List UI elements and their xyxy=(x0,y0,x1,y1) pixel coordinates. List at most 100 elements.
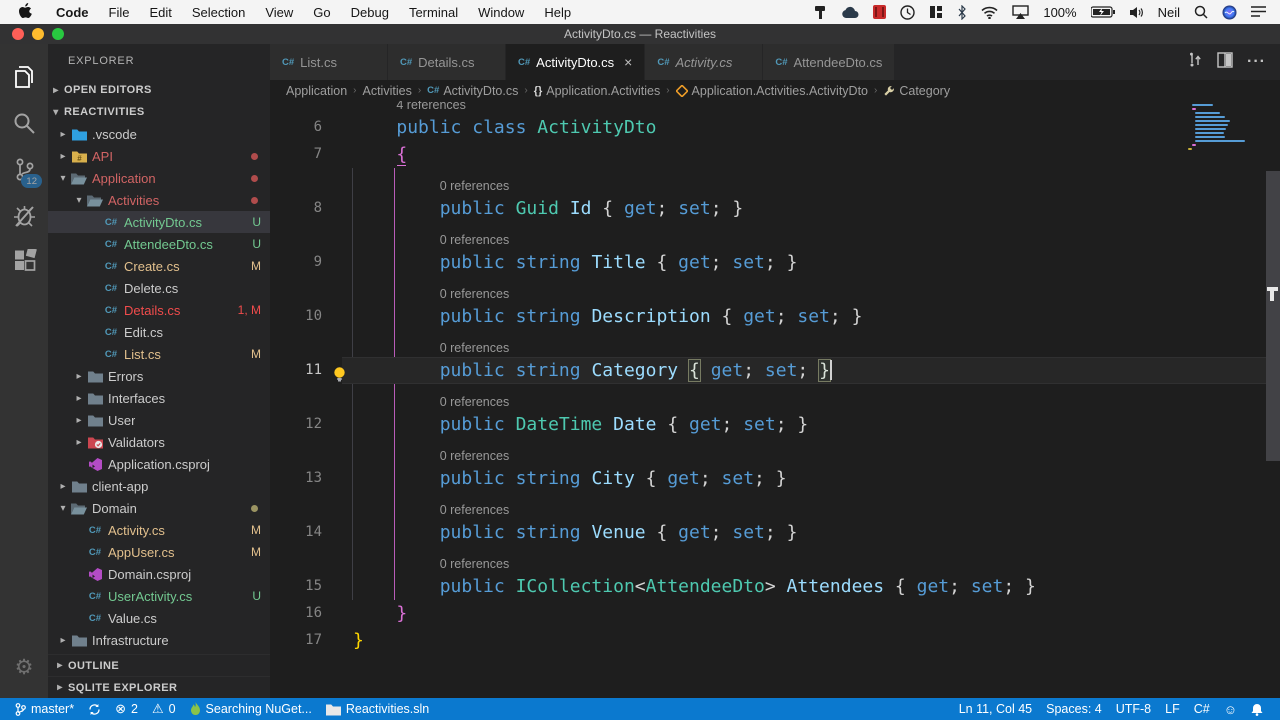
siri-icon[interactable] xyxy=(1222,5,1237,20)
breadcrumb-item[interactable]: Category xyxy=(883,84,950,98)
tree-item-application[interactable]: ▾ Application xyxy=(48,167,270,189)
wifi-icon[interactable] xyxy=(981,6,998,19)
tree-item-useractivity-cs[interactable]: C# UserActivity.cs U xyxy=(48,585,270,607)
codelens-row[interactable]: 0 references xyxy=(270,384,1280,411)
tree-item-errors[interactable]: ▸ Errors xyxy=(48,365,270,387)
breadcrumb-item[interactable]: Application xyxy=(286,84,347,98)
tree-item-infrastructure[interactable]: ▸ Infrastructure xyxy=(48,629,270,651)
breadcrumb-item[interactable]: {} Application.Activities xyxy=(534,84,661,98)
codelens-row[interactable]: 0 references xyxy=(270,438,1280,465)
code-editor[interactable]: 4 references 6 public class ActivityDto 7 … xyxy=(270,101,1280,698)
extensions-activity-icon[interactable] xyxy=(0,238,48,284)
menu-code[interactable]: Code xyxy=(46,5,99,20)
tree-item-edit-cs[interactable]: C# Edit.cs xyxy=(48,321,270,343)
menu-terminal[interactable]: Terminal xyxy=(399,5,468,20)
menu-view[interactable]: View xyxy=(255,5,303,20)
minimize-window-button[interactable] xyxy=(32,28,44,40)
minimap[interactable] xyxy=(1188,104,1262,152)
more-actions-icon[interactable]: ··· xyxy=(1247,53,1266,71)
tree-item-attendeedto-cs[interactable]: C# AttendeeDto.cs U xyxy=(48,233,270,255)
tree-item-domain[interactable]: ▾ Domain xyxy=(48,497,270,519)
menu-file[interactable]: File xyxy=(99,5,140,20)
layout-icon[interactable] xyxy=(929,5,943,19)
editor-scrollbar[interactable] xyxy=(1266,101,1280,698)
status-left-4[interactable]: Searching NuGet... xyxy=(183,698,319,720)
status-left-1[interactable] xyxy=(81,698,108,720)
tree-item-interfaces[interactable]: ▸ Interfaces xyxy=(48,387,270,409)
battery-icon[interactable] xyxy=(1090,6,1115,18)
tool-icon[interactable] xyxy=(813,5,827,20)
status-left-0[interactable]: master* xyxy=(8,698,81,720)
apple-icon[interactable] xyxy=(18,2,32,22)
codelens-row[interactable]: 0 references xyxy=(270,222,1280,249)
codelens-row[interactable]: 0 references xyxy=(270,546,1280,573)
status-left-5[interactable]: Reactivities.sln xyxy=(319,698,436,720)
close-window-button[interactable] xyxy=(12,28,24,40)
sqlite-explorer-section[interactable]: ▸ SQLITE EXPLORER xyxy=(48,676,270,698)
breadcrumb-item[interactable]: Application.Activities.ActivityDto xyxy=(675,84,868,98)
menu-edit[interactable]: Edit xyxy=(139,5,181,20)
tree-item-appuser-cs[interactable]: C# AppUser.cs M xyxy=(48,541,270,563)
tab-activity-cs[interactable]: C# Activity.cs xyxy=(645,44,764,80)
menu-go[interactable]: Go xyxy=(303,5,340,20)
list-icon[interactable] xyxy=(1251,6,1266,18)
breadcrumb-item[interactable]: C# ActivityDto.cs xyxy=(427,84,518,98)
menu-window[interactable]: Window xyxy=(468,5,534,20)
tab-details-cs[interactable]: C# Details.cs xyxy=(388,44,506,80)
user-name[interactable]: Neil xyxy=(1158,5,1180,20)
status-right-2[interactable]: UTF-8 xyxy=(1109,698,1158,720)
tab-list-cs[interactable]: C# List.cs xyxy=(270,44,388,80)
tree-item-domain-csproj[interactable]: Domain.csproj xyxy=(48,563,270,585)
open-editors-section[interactable]: ▸ OPEN EDITORS xyxy=(48,79,270,101)
outline-section[interactable]: ▸ OUTLINE xyxy=(48,654,270,676)
status-left-2[interactable]: ⊗ 2 xyxy=(108,698,145,720)
tree-item-value-cs[interactable]: C# Value.cs xyxy=(48,607,270,629)
close-icon[interactable]: × xyxy=(624,54,632,70)
codelens-row[interactable]: 4 references xyxy=(270,101,1280,114)
breadcrumb-item[interactable]: Activities xyxy=(363,84,412,98)
codelens-row[interactable]: 0 references xyxy=(270,276,1280,303)
tree-item-details-cs[interactable]: C# Details.cs 1, M xyxy=(48,299,270,321)
explorer-activity-icon[interactable] xyxy=(0,54,48,100)
bluetooth-icon[interactable] xyxy=(957,4,967,20)
tree-item-delete-cs[interactable]: C# Delete.cs xyxy=(48,277,270,299)
status-left-3[interactable]: ⚠ 0 xyxy=(145,698,183,720)
tab-activitydto-cs[interactable]: C# ActivityDto.cs × xyxy=(506,44,646,80)
codelens-row[interactable]: 0 references xyxy=(270,492,1280,519)
tree-item-validators[interactable]: ▸ Validators xyxy=(48,431,270,453)
root-folder-section[interactable]: ▾ REACTIVITIES xyxy=(48,101,270,123)
history-icon[interactable] xyxy=(900,4,916,20)
split-editor-icon[interactable] xyxy=(1217,51,1233,73)
scrollbar-thumb[interactable] xyxy=(1266,171,1280,461)
settings-gear-icon[interactable]: ⚙ xyxy=(0,644,48,690)
status-right-4[interactable]: C# xyxy=(1187,698,1217,720)
debug-activity-icon[interactable] xyxy=(0,192,48,238)
menu-help[interactable]: Help xyxy=(534,5,581,20)
codelens-row[interactable]: 0 references xyxy=(270,168,1280,195)
menu-selection[interactable]: Selection xyxy=(182,5,255,20)
tree-item-activity-cs[interactable]: C# Activity.cs M xyxy=(48,519,270,541)
tree-item-client-app[interactable]: ▸ client-app xyxy=(48,475,270,497)
video-icon[interactable] xyxy=(873,5,887,19)
status-right-3[interactable]: LF xyxy=(1158,698,1187,720)
tree-item-activitydto-cs[interactable]: C# ActivityDto.cs U xyxy=(48,211,270,233)
window-title-bar[interactable]: ActivityDto.cs — Reactivities xyxy=(0,24,1280,44)
volume-icon[interactable] xyxy=(1129,6,1144,19)
status-right-5[interactable]: ☺ xyxy=(1217,698,1244,720)
tree-item-user[interactable]: ▸ User xyxy=(48,409,270,431)
source-control-activity-icon[interactable]: 12 xyxy=(0,146,48,192)
tab-attendeedto-cs[interactable]: C# AttendeeDto.cs xyxy=(763,44,896,80)
menu-debug[interactable]: Debug xyxy=(341,5,399,20)
codelens-row[interactable]: 0 references xyxy=(270,330,1280,357)
tree-item-list-cs[interactable]: C# List.cs M xyxy=(48,343,270,365)
tree-item-activities[interactable]: ▾ Activities xyxy=(48,189,270,211)
tree-item-create-cs[interactable]: C# Create.cs M xyxy=(48,255,270,277)
tree-item-api[interactable]: ▸ # API xyxy=(48,145,270,167)
status-right-6[interactable] xyxy=(1244,698,1270,720)
cloud-icon[interactable] xyxy=(841,6,859,19)
search-activity-icon[interactable] xyxy=(0,100,48,146)
tree-item-application-csproj[interactable]: Application.csproj xyxy=(48,453,270,475)
airplay-icon[interactable] xyxy=(1012,5,1030,19)
status-right-1[interactable]: Spaces: 4 xyxy=(1039,698,1109,720)
zoom-window-button[interactable] xyxy=(52,28,64,40)
